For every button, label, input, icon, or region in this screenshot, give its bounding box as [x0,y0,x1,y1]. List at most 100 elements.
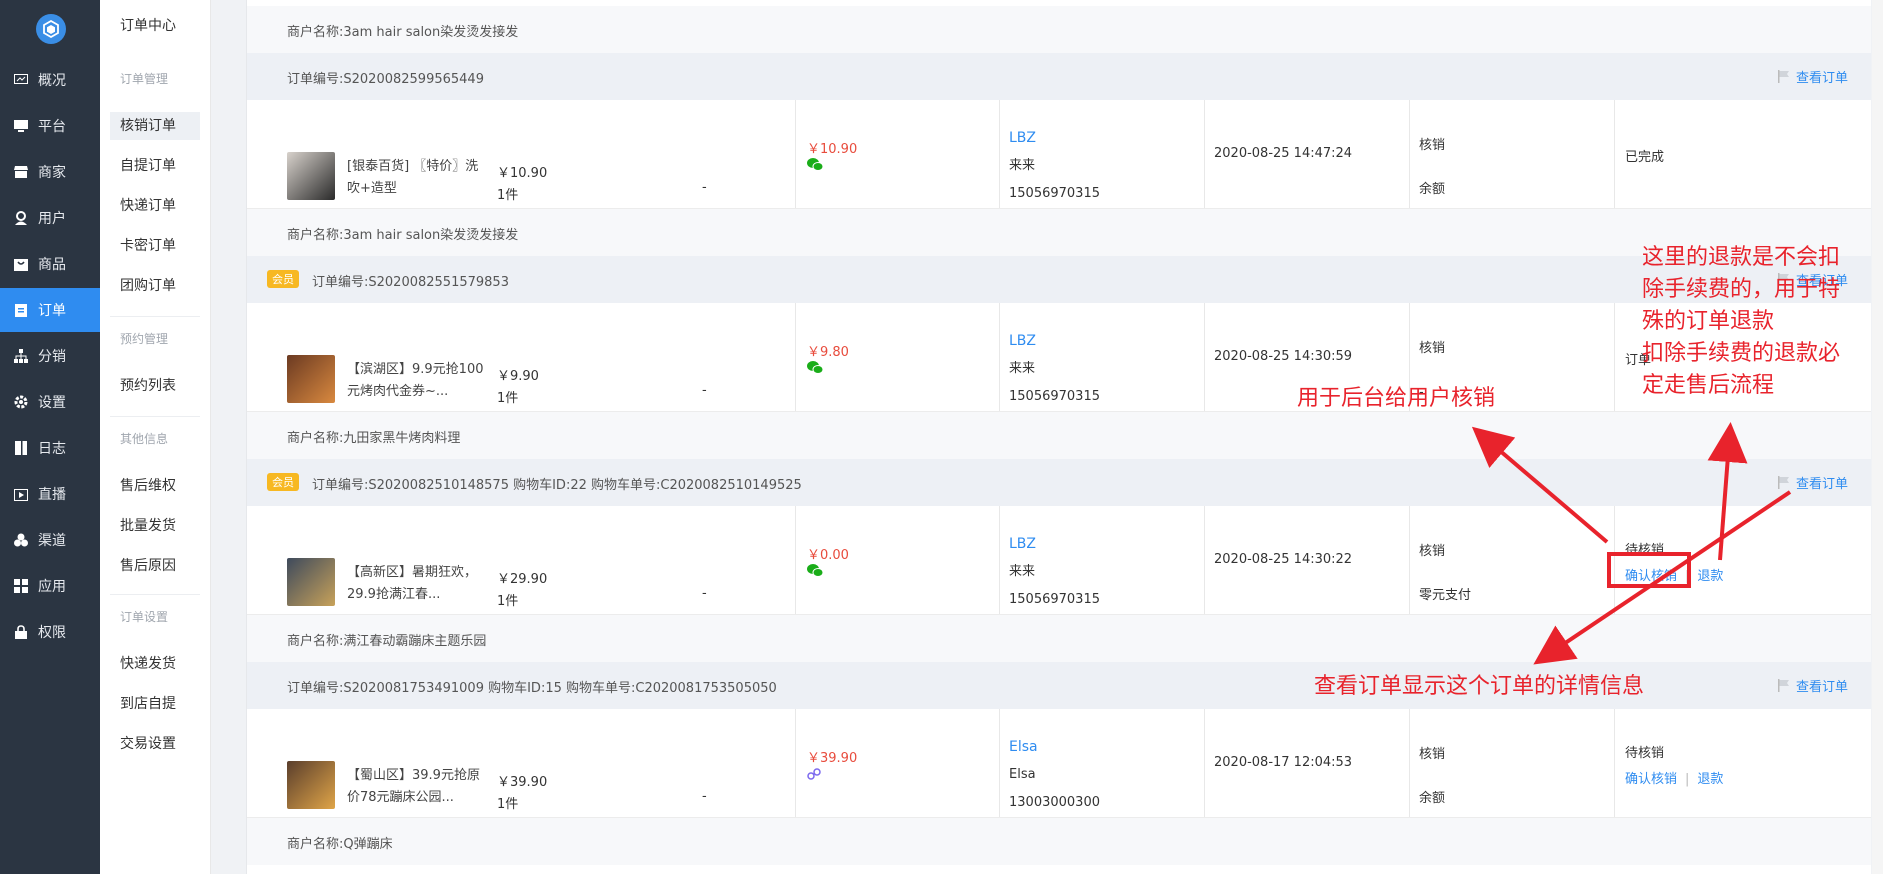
product-name[interactable]: 【蜀山区】39.9元抢原价78元蹦床公园... [347,765,487,809]
annotation-refund-line: 除手续费的，用于特 [1642,277,1841,302]
merchant-row: 商户名称:满江春动霸蹦床主题乐园 [247,614,1871,662]
buyer-phone: 15056970315 [1009,389,1100,404]
discount-value: - [702,789,707,804]
buyer-nickname[interactable]: Elsa [1009,733,1100,761]
scrollbar[interactable] [1872,0,1883,874]
buyer-nickname[interactable]: LBZ [1009,327,1100,355]
buyer-name: 来来 [1009,564,1036,579]
discount-value: - [702,586,707,601]
order-row: 【滨湖区】9.9元抢100元烤肉代金券~... ￥9.90 1件 - ￥9.80 LBZ 来… [247,303,1871,411]
product-thumbnail[interactable] [287,355,335,403]
annotation-refund-line: 定走售后流程 [1642,373,1775,398]
nav-item-gear[interactable]: 设置 [0,380,100,424]
cell-divider [1409,100,1410,208]
member-badge: 会员 [267,473,299,491]
paid-amount: ￥0.00 [807,544,849,563]
subnav-item[interactable]: 团购订单 [110,272,200,300]
product-qty: 1件 [497,391,519,406]
refund-button[interactable]: 退款 [1697,569,1723,584]
subnav-item[interactable]: 交易设置 [110,730,200,758]
merchant-name: 商户名称:3am hair salon染发烫发接发 [287,228,519,243]
store-icon [14,165,28,179]
nav-item-store[interactable]: 商家 [0,150,100,194]
nav-item-dashboard[interactable]: 概况 [0,58,100,102]
order-time: 2020-08-25 14:47:24 [1214,146,1353,161]
dashboard-icon [14,73,28,87]
buyer-nickname[interactable]: LBZ [1009,530,1100,558]
nav-item-label: 平台 [38,119,66,135]
mini-program-icon [807,767,821,785]
annotation-refund-line: 殊的订单退款 [1642,309,1775,334]
view-order-label: 查看订单 [1796,477,1849,492]
merchant-name: 商户名称:满江春动霸蹦床主题乐园 [287,634,487,649]
merchant-name: 商户名称:九田家黑牛烤肉料理 [287,431,461,446]
nav-item-distribution[interactable]: 分销 [0,334,100,378]
nav-item-apps[interactable]: 应用 [0,564,100,608]
view-order-link[interactable]: 查看订单 [1777,676,1848,695]
product-thumbnail[interactable] [287,152,335,200]
order-header: 会员 订单编号:S2020082551579853 查看订单 [247,256,1871,303]
product-name[interactable]: 【高新区】暑期狂欢，29.9抢满江春... [347,562,487,606]
subnav-item[interactable]: 快递订单 [110,192,200,220]
gear-icon [14,395,28,409]
member-badge: 会员 [267,270,299,288]
wechat-pay-icon [807,564,824,581]
app-logo-icon[interactable] [36,14,66,44]
product-name[interactable]: 【滨湖区】9.9元抢100元烤肉代金券~... [347,359,487,403]
cell-divider [795,303,796,411]
subnav-item[interactable]: 到店自提 [110,690,200,718]
subnav-item[interactable]: 卡密订单 [110,232,200,260]
subnav-item[interactable]: 自提订单 [110,152,200,180]
product-thumbnail[interactable] [287,558,335,606]
order-time: 2020-08-25 14:30:59 [1214,349,1353,364]
monitor-icon [14,119,28,133]
annotation-refund-line: 扣除手续费的退款必 [1642,341,1841,366]
cell-divider [795,100,796,208]
cell-divider [1614,709,1615,817]
subnav-item[interactable]: 售后维权 [110,472,200,500]
confirm-verify-button[interactable]: 确认核销 [1625,569,1677,584]
action-separator: | [1685,569,1690,584]
paid-amount: ￥10.90 [807,138,857,157]
product-qty: 1件 [497,797,519,812]
nav-item-user[interactable]: 用户 [0,196,100,240]
subnav-item[interactable]: 售后原因 [110,552,200,580]
flag-icon [1778,70,1789,83]
status-text: 待核销 [1625,746,1665,761]
order-icon [14,303,28,317]
nav-item-goods[interactable]: 商品 [0,242,100,286]
order-row: 【高新区】暑期狂欢，29.9抢满江春... ￥29.90 1件 - ￥0.00 LBZ 来来… [247,506,1871,614]
product-thumbnail[interactable] [287,761,335,809]
product-name[interactable]: [银泰百货] 〖特价〗洗吹+造型 [347,156,487,200]
nav-item-channel[interactable]: 渠道 [0,518,100,562]
confirm-verify-button[interactable]: 确认核销 [1625,772,1677,787]
nav-item-label: 渠道 [38,533,66,549]
nav-item-log[interactable]: 日志 [0,426,100,470]
subnav-item[interactable]: 预约列表 [110,372,200,400]
discount-value: - [702,180,707,195]
subnav-item[interactable]: 批量发货 [110,512,200,540]
refund-button[interactable]: 退款 [1697,772,1723,787]
subnav-divider [110,594,200,595]
nav-item-monitor[interactable]: 平台 [0,104,100,148]
delivery-type: 核销 [1419,138,1446,153]
order-type: 核销 余额 [1419,733,1445,821]
view-order-link[interactable]: 查看订单 [1777,67,1848,86]
buyer-nickname[interactable]: LBZ [1009,124,1100,152]
product-price: ￥39.90 [497,775,548,790]
cell-divider [1614,506,1615,614]
product-qty: 1件 [497,188,519,203]
discount-value: - [702,383,707,398]
status-text: 已完成 [1625,150,1665,165]
order-type: 核销 零元支付 [1419,530,1471,618]
order-header: 订单编号:S2020082599565449 查看订单 [247,53,1871,100]
buyer-name: Elsa [1009,767,1036,782]
nav-item-live[interactable]: 直播 [0,472,100,516]
paid-amount-value: ￥0.00 [807,548,849,563]
nav-item-lock[interactable]: 权限 [0,610,100,654]
subnav-item[interactable]: 快递发货 [110,650,200,678]
subnav-item[interactable]: 核销订单 [110,112,200,140]
view-order-link[interactable]: 查看订单 [1777,473,1848,492]
nav-item-order[interactable]: 订单 [0,288,100,332]
action-separator: | [1685,772,1690,787]
